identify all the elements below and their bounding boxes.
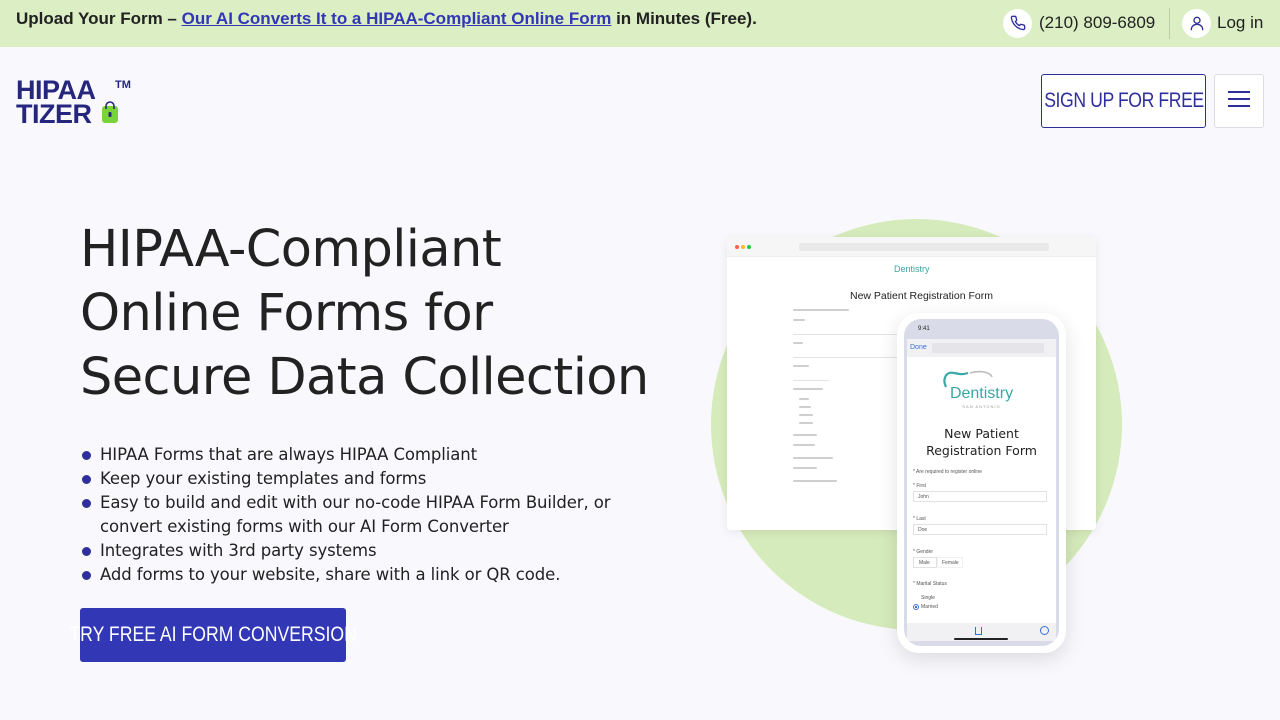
phone-mockup: 9:41 Done Dentistry SAN ANTONIO New Pati… (897, 313, 1066, 653)
phone-url-bar (932, 343, 1044, 353)
browser-form-field (793, 334, 903, 335)
signup-button-label: SIGN UP FOR FREE (1043, 89, 1204, 112)
phone-form-title-line2: Registration Form (926, 443, 1037, 458)
phone-icon (1003, 8, 1032, 38)
menu-button[interactable] (1214, 74, 1264, 128)
phone-done-button: Done (910, 344, 927, 351)
phone-form-title: New Patient Registration Form (907, 425, 1056, 459)
phone-gender-female: Female (937, 557, 963, 568)
browser-url-bar (799, 243, 1049, 251)
hipaatizer-logo[interactable]: HIPAA TM TIZER (16, 75, 134, 129)
announcement-bar: Upload Your Form – Our AI Converts It to… (0, 0, 1280, 47)
maximize-dot-icon (747, 245, 751, 249)
phone-first-label: * First (913, 483, 927, 489)
phone-browser-toolbar: Done (907, 339, 1056, 357)
browser-dentistry-logo: Dentistry (894, 264, 930, 274)
browser-form-text (799, 422, 813, 424)
radio-selected-icon (913, 604, 919, 610)
phone-gender-male-label: Male (919, 560, 930, 566)
user-icon (1182, 8, 1211, 38)
browser-form-text (793, 319, 805, 321)
logo-line2: TIZER (16, 99, 92, 128)
browser-form-text (793, 388, 823, 390)
hero-title-line1: HIPAA-Compliant (80, 220, 502, 279)
phone-first-value: John (918, 494, 929, 500)
phone-last-label: * Last (913, 516, 926, 522)
cta-button-label: TRY FREE AI FORM CONVERSION (69, 623, 357, 646)
feature-item: HIPAA Forms that are always HIPAA Compli… (80, 443, 640, 467)
announcement-suffix: in Minutes (Free). (611, 9, 757, 28)
phone-frame: 9:41 Done Dentistry SAN ANTONIO New Pati… (904, 319, 1059, 646)
browser-form-field (793, 380, 829, 381)
browser-form-text (793, 444, 815, 446)
phone-first-field: John (913, 491, 1047, 502)
phone-marital-label: * Marital Status (913, 581, 947, 587)
phone-link[interactable]: (210) 809-6809 (1003, 8, 1155, 38)
phone-home-indicator (954, 638, 1008, 640)
hamburger-icon (1228, 90, 1250, 112)
browser-form-field (793, 357, 903, 358)
compass-icon (1040, 626, 1049, 635)
phone-screen: Done Dentistry SAN ANTONIO New Patient R… (907, 339, 1056, 623)
feature-item: Add forms to your website, share with a … (80, 563, 640, 587)
signup-button[interactable]: SIGN UP FOR FREE (1041, 74, 1206, 128)
browser-form-text (793, 457, 833, 459)
announcement-link[interactable]: Our AI Converts It to a HIPAA-Compliant … (182, 9, 612, 28)
try-ai-conversion-button[interactable]: TRY FREE AI FORM CONVERSION (69, 608, 357, 662)
feature-item: Integrates with 3rd party systems (80, 539, 640, 563)
browser-form-title: New Patient Registration Form (850, 290, 993, 302)
phone-marital-married: Married (921, 604, 938, 610)
close-dot-icon (735, 245, 739, 249)
browser-form-text (799, 406, 811, 408)
phone-number: (210) 809-6809 (1039, 13, 1156, 32)
announcement-prefix: Upload Your Form – (16, 9, 182, 28)
topbar-divider (1169, 8, 1170, 39)
phone-dentistry-logo: Dentistry (949, 385, 1014, 402)
browser-toolbar (727, 237, 1096, 257)
phone-status-time: 9:41 (918, 326, 930, 332)
browser-form-text (799, 414, 813, 416)
phone-form-title-line1: New Patient (944, 426, 1019, 441)
phone-required-note: * Are required to register online (913, 469, 982, 475)
hero-title-line2: Online Forms for (80, 284, 493, 343)
logo-tm: TM (115, 79, 131, 91)
login-label: Log in (1217, 13, 1264, 32)
phone-logo-subtitle: SAN ANTONIO (962, 404, 1001, 409)
phone-gender-female-label: Female (942, 560, 959, 566)
minimize-dot-icon (741, 245, 745, 249)
phone-last-value: Doe (918, 527, 928, 533)
phone-marital-single: Single (921, 595, 935, 601)
phone-last-field: Doe (913, 524, 1047, 535)
feature-item: Easy to build and edit with our no-code … (80, 491, 640, 539)
feature-item: Keep your existing templates and forms (80, 467, 640, 491)
browser-form-text (793, 365, 809, 367)
hero-title: HIPAA-Compliant Online Forms for Secure … (80, 218, 680, 410)
browser-form-text (793, 309, 849, 311)
share-icon (975, 627, 982, 635)
hero-title-line3: Secure Data Collection (80, 348, 649, 407)
feature-list: HIPAA Forms that are always HIPAA Compli… (80, 443, 640, 587)
login-link[interactable]: Log in (1182, 8, 1263, 38)
announcement-message: Upload Your Form – Our AI Converts It to… (16, 9, 757, 29)
phone-gender-label: * Gender (913, 549, 934, 555)
browser-form-text (799, 398, 809, 400)
browser-form-text (793, 467, 817, 469)
browser-form-text (793, 434, 817, 436)
browser-form-text (793, 342, 803, 344)
phone-gender-male: Male (913, 557, 937, 568)
browser-form-text (793, 480, 837, 482)
